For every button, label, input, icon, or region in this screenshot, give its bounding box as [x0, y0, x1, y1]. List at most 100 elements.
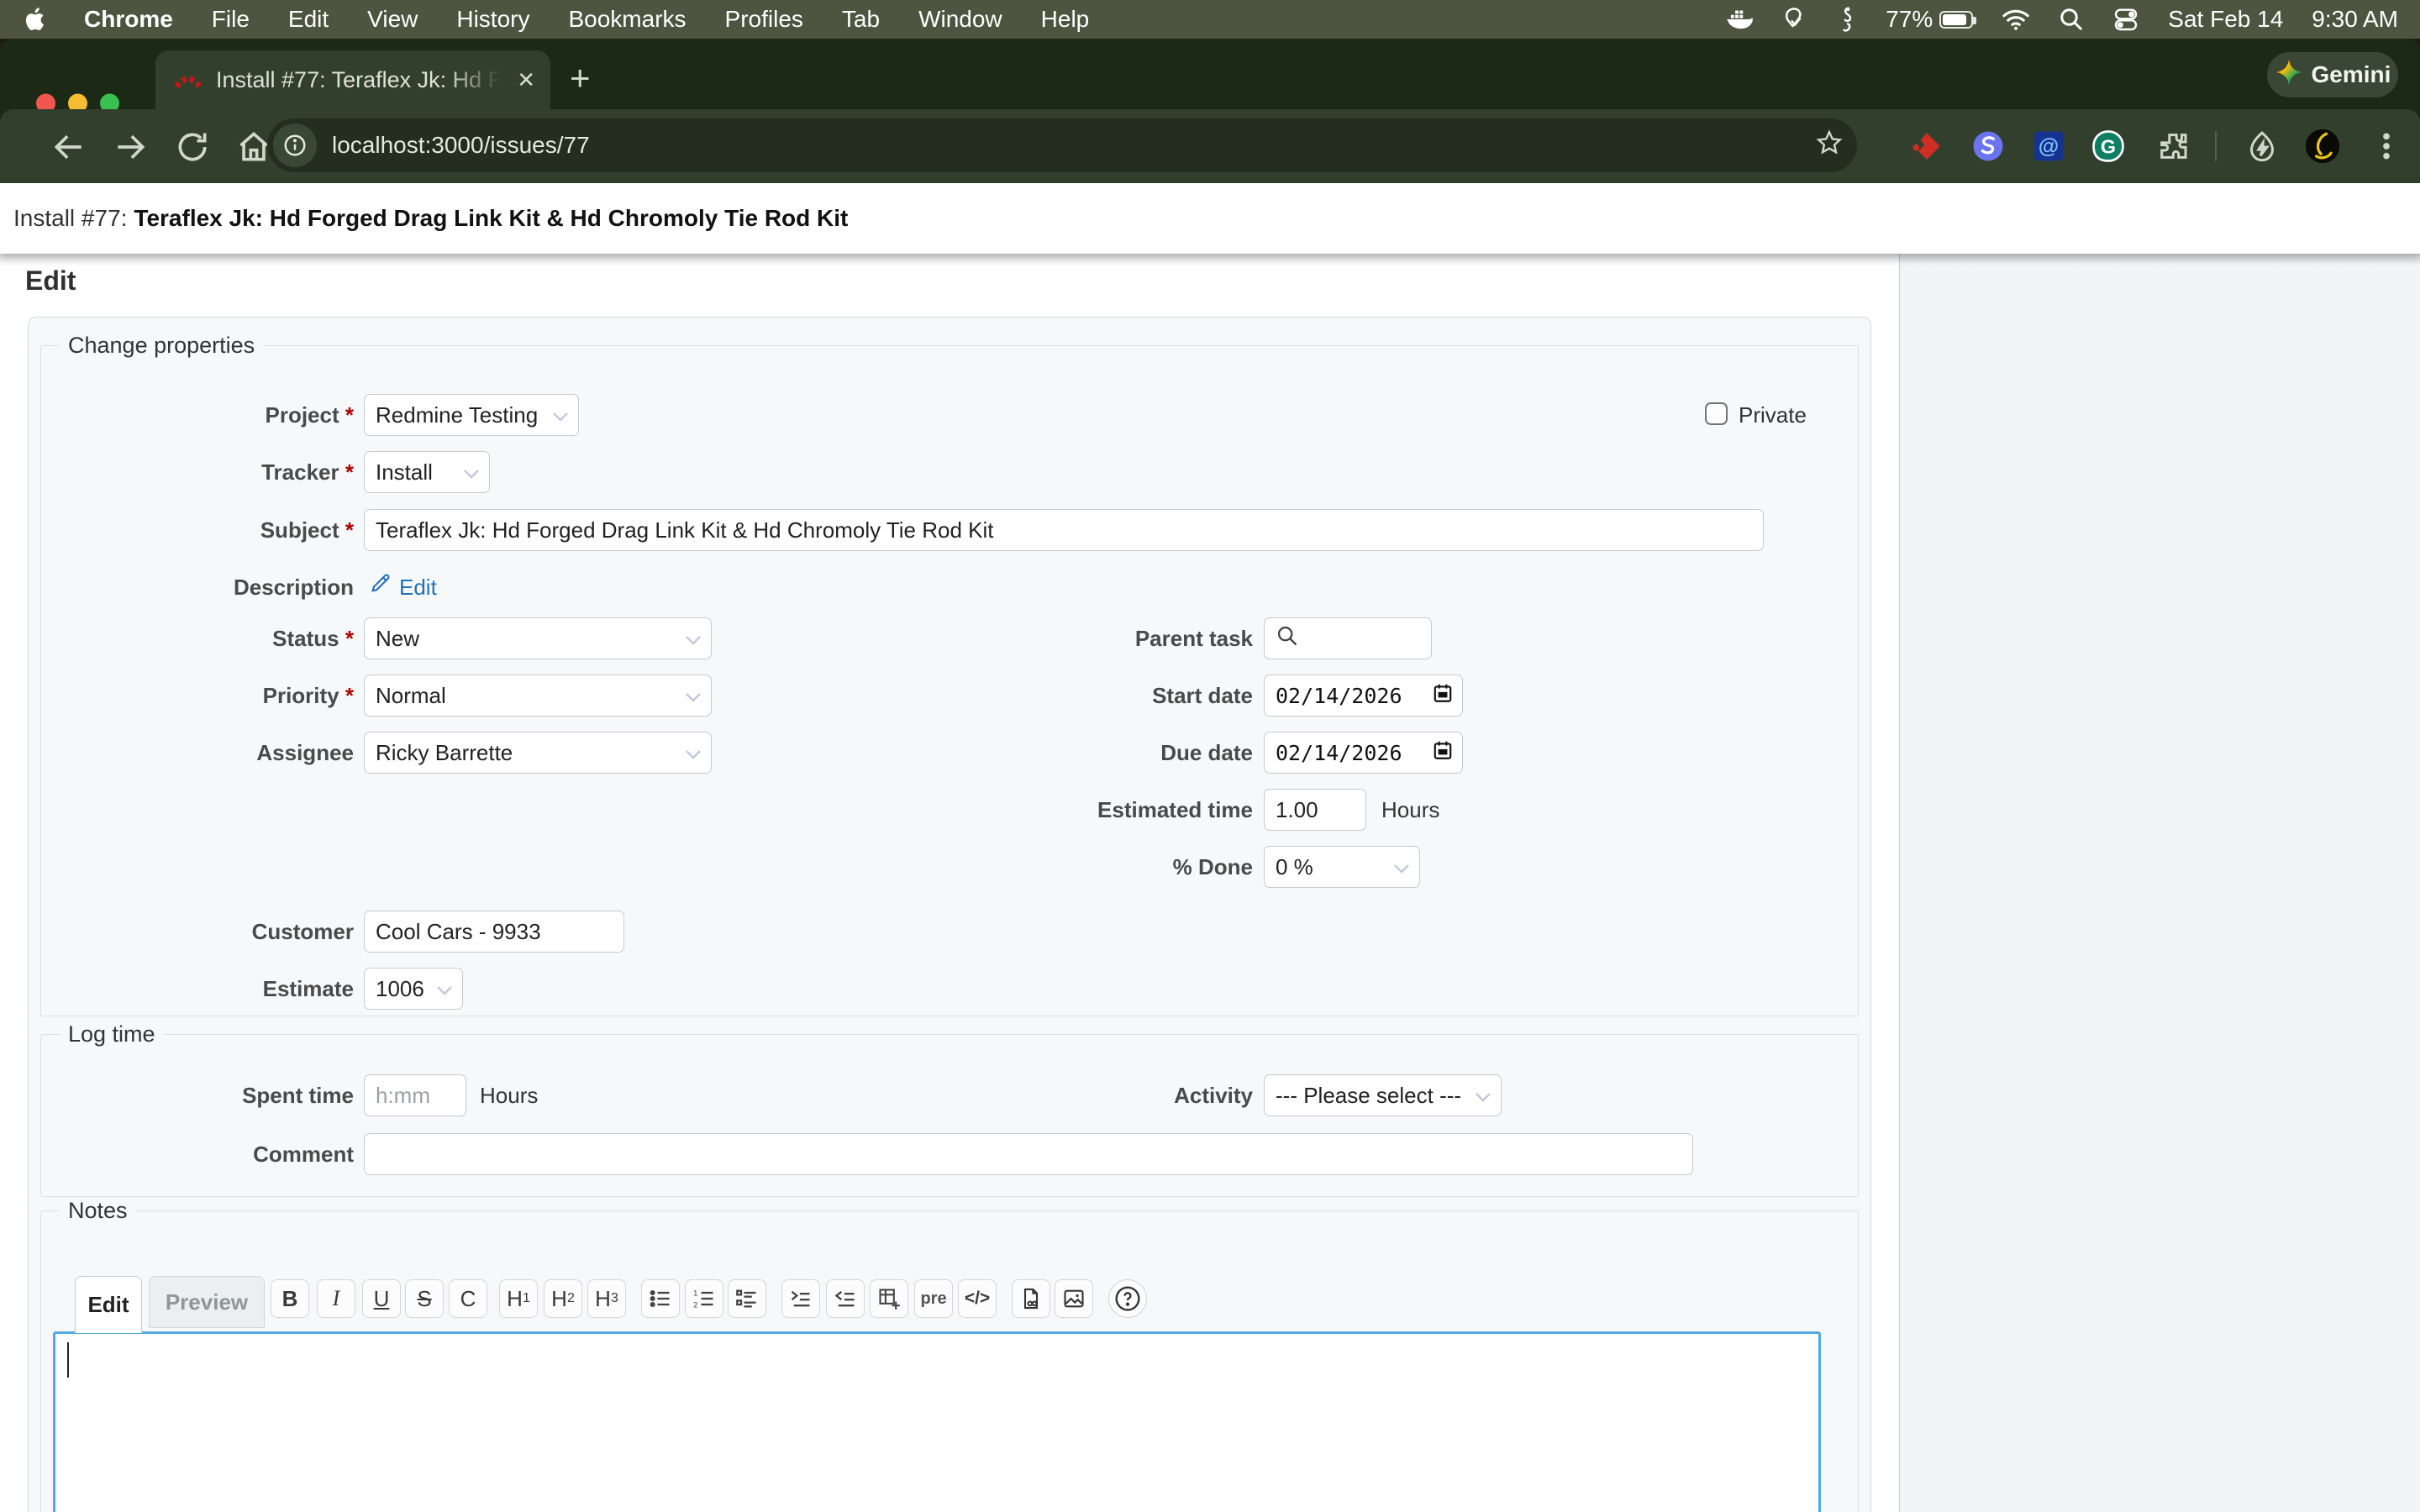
change-properties-fieldset: Change properties Project * Redmine Test…	[40, 333, 1859, 1016]
svg-text:@: @	[2039, 134, 2059, 158]
bold-button[interactable]: B	[271, 1279, 309, 1318]
tab-close-icon[interactable]: ✕	[517, 67, 535, 93]
extension-icon-s-circle[interactable]	[1970, 128, 2007, 165]
menu-item-profiles[interactable]: Profiles	[725, 6, 803, 33]
comment-input[interactable]	[364, 1133, 1693, 1175]
project-select[interactable]: Redmine Testing	[364, 394, 579, 436]
svg-text:2: 2	[693, 1301, 697, 1310]
menu-item-bookmarks[interactable]: Bookmarks	[568, 6, 686, 33]
private-label: Private	[1739, 394, 1873, 436]
heading3-button[interactable]: H3	[587, 1279, 626, 1318]
menu-item-history[interactable]: History	[456, 6, 529, 33]
start-date-input[interactable]: 02/14/2026	[1264, 675, 1463, 717]
menu-item-edit[interactable]: Edit	[288, 6, 329, 33]
description-edit-link[interactable]: Edit	[369, 569, 437, 606]
unquote-button[interactable]	[826, 1279, 865, 1318]
site-info-icon[interactable]	[273, 123, 317, 167]
estimated-time-input[interactable]: 1.00	[1264, 789, 1366, 831]
insert-image-button[interactable]	[1055, 1279, 1093, 1318]
gemini-button[interactable]: Gemini	[2267, 52, 2398, 97]
spent-time-suffix: Hours	[480, 1074, 538, 1116]
browser-menu-kebab-icon[interactable]	[2368, 128, 2405, 165]
menu-item-tab[interactable]: Tab	[842, 6, 880, 33]
back-icon[interactable]	[50, 129, 87, 170]
definition-list-button[interactable]	[728, 1279, 766, 1318]
code-block-button[interactable]: </>	[958, 1279, 997, 1318]
menu-bar-icon-2[interactable]	[1781, 6, 1808, 33]
menu-item-file[interactable]: File	[212, 6, 250, 33]
estimated-time-label: Estimated time	[934, 789, 1253, 831]
calendar-icon[interactable]	[1432, 682, 1454, 709]
menu-bar-icon-3[interactable]	[1837, 6, 1857, 33]
extensions-puzzle-icon[interactable]	[2154, 128, 2191, 165]
italic-button[interactable]: I	[317, 1279, 355, 1318]
tracker-select[interactable]: Install	[364, 451, 490, 493]
priority-select[interactable]: Normal	[364, 675, 712, 717]
notes-fieldset: Notes Edit Preview B I U S C H1 H2 H3	[40, 1198, 1859, 1512]
address-bar[interactable]: localhost:3000/issues/77	[267, 118, 1857, 172]
due-date-input[interactable]: 02/14/2026	[1264, 732, 1463, 774]
subject-input[interactable]: Teraflex Jk: Hd Forged Drag Link Kit & H…	[364, 509, 1764, 551]
heading2-button[interactable]: H2	[544, 1279, 582, 1318]
project-label: Project *	[41, 394, 354, 436]
calendar-icon[interactable]	[1432, 739, 1454, 766]
insert-table-button[interactable]	[870, 1279, 908, 1318]
menu-item-window[interactable]: Window	[918, 6, 1002, 33]
notes-textarea[interactable]	[53, 1331, 1821, 1512]
menu-app-name[interactable]: Chrome	[84, 6, 173, 33]
private-checkbox[interactable]	[1705, 402, 1728, 425]
new-tab-button[interactable]: +	[570, 59, 591, 97]
menu-item-help[interactable]: Help	[1041, 6, 1090, 33]
extension-icon-at-square[interactable]: @	[2030, 128, 2067, 165]
notes-tab-edit[interactable]: Edit	[75, 1276, 142, 1333]
heading1-button[interactable]: H1	[499, 1279, 538, 1318]
reload-icon[interactable]	[174, 129, 211, 170]
status-select[interactable]: New	[364, 617, 712, 659]
apple-icon[interactable]	[24, 7, 45, 32]
menu-item-view[interactable]: View	[367, 6, 418, 33]
docker-icon[interactable]	[1724, 7, 1753, 32]
blockquote-button[interactable]	[781, 1279, 820, 1318]
chevron-down-icon	[684, 626, 702, 652]
description-label: Description	[41, 569, 354, 606]
estimate-select[interactable]: 1006	[364, 968, 463, 1010]
browser-tab[interactable]: Install #77: Teraflex Jk: Hd Fo ✕	[155, 50, 550, 109]
forward-icon[interactable]	[112, 129, 149, 170]
preformatted-button[interactable]: pre	[914, 1279, 953, 1318]
profile-avatar[interactable]	[2304, 128, 2341, 165]
url-text[interactable]: localhost:3000/issues/77	[332, 132, 1815, 159]
page-content: Edit Change properties Project * Redmine…	[0, 254, 2420, 1512]
link-document-button[interactable]	[1012, 1279, 1050, 1318]
inline-code-button[interactable]: C	[449, 1279, 487, 1318]
search-icon	[1276, 624, 1299, 654]
customer-input[interactable]: Cool Cars - 9933	[364, 911, 624, 953]
pencil-icon	[369, 569, 392, 606]
bookmark-star-icon[interactable]	[1815, 129, 1844, 163]
assignee-select[interactable]: Ricky Barrette	[364, 732, 712, 774]
ordered-list-button[interactable]: 12	[685, 1279, 723, 1318]
battery-saver-leaf-icon[interactable]	[2244, 128, 2281, 165]
spotlight-search-icon[interactable]	[2059, 7, 2084, 32]
unordered-list-button[interactable]	[641, 1279, 680, 1318]
underline-button[interactable]: U	[362, 1279, 401, 1318]
gemini-label: Gemini	[2312, 61, 2391, 88]
issue-header-prefix: Install #77:	[13, 205, 127, 232]
issue-header-title: Teraflex Jk: Hd Forged Drag Link Kit & H…	[134, 205, 848, 232]
tracker-label: Tracker *	[41, 451, 354, 493]
parent-task-input[interactable]	[1264, 617, 1432, 659]
browser-window: Install #77: Teraflex Jk: Hd Fo ✕ + Gemi…	[0, 39, 2420, 1512]
wifi-icon[interactable]	[2002, 7, 2030, 32]
menu-bar-date[interactable]: Sat Feb 14	[2168, 6, 2283, 33]
chevron-down-icon	[462, 459, 481, 486]
chevron-down-icon	[435, 976, 454, 1002]
extension-icon-red[interactable]	[1908, 128, 1945, 165]
control-center-icon[interactable]	[2112, 7, 2139, 32]
percent-done-select[interactable]: 0 %	[1264, 846, 1420, 888]
notes-tab-preview[interactable]: Preview	[149, 1276, 265, 1328]
help-button[interactable]	[1108, 1279, 1147, 1318]
chevron-down-icon	[684, 683, 702, 709]
activity-select[interactable]: --- Please select ---	[1264, 1074, 1502, 1116]
spent-time-input[interactable]: h:mm	[364, 1074, 466, 1116]
extension-icon-grammarly[interactable]: G	[2090, 128, 2127, 165]
strikethrough-button[interactable]: S	[405, 1279, 444, 1318]
